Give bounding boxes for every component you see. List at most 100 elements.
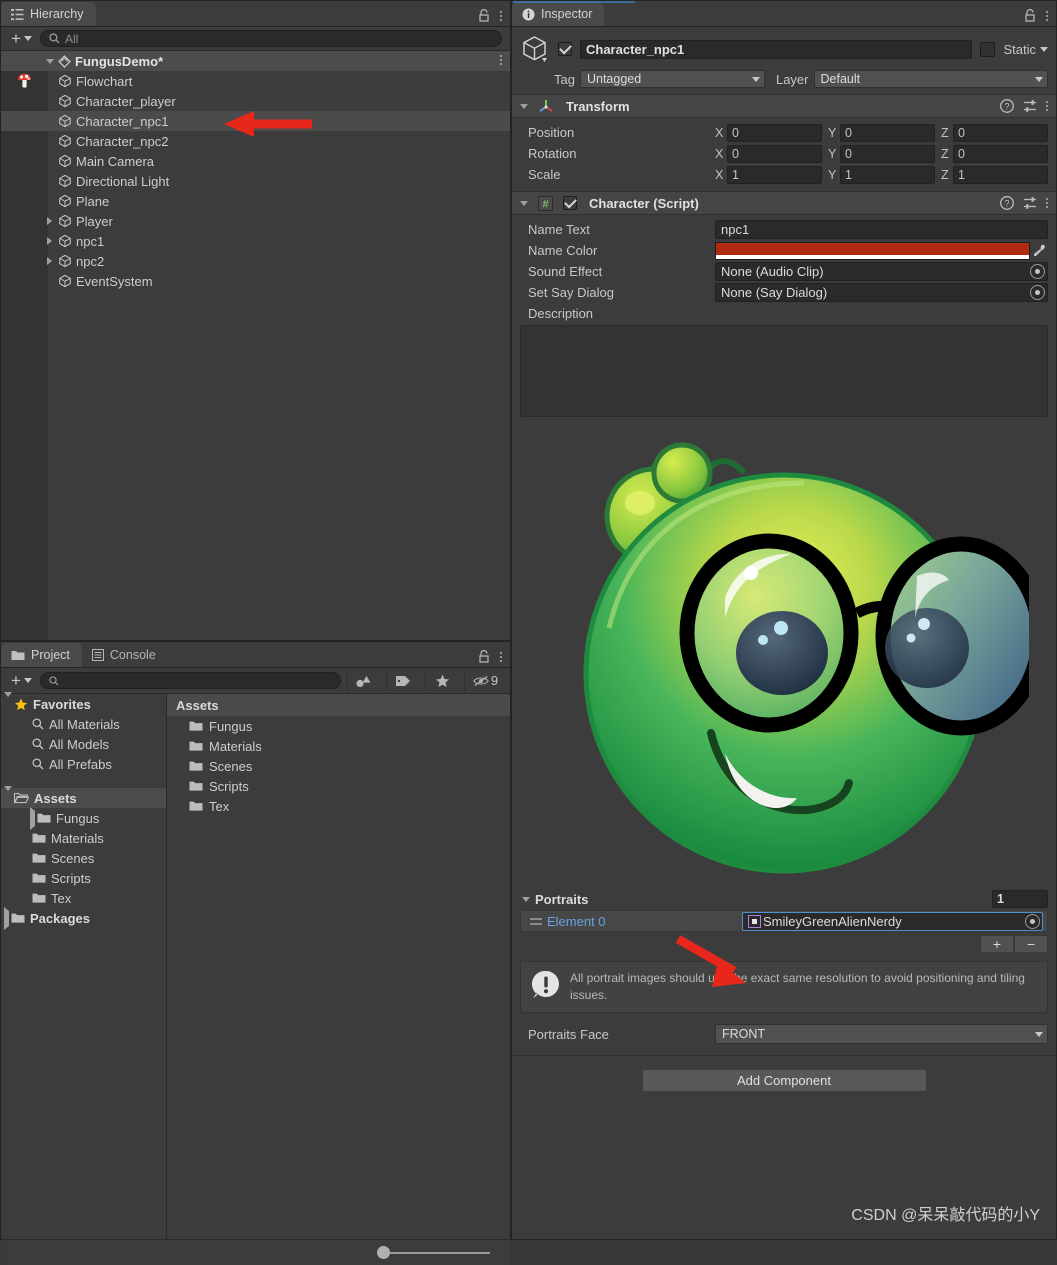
hierarchy-item-character-player[interactable]: Character_player	[1, 91, 510, 111]
project-menu-icon[interactable]	[500, 651, 502, 663]
hierarchy-item-character-npc2[interactable]: Character_npc2	[1, 131, 510, 151]
hierarchy-item-player[interactable]: Player	[1, 211, 510, 231]
transform-position-x[interactable]: X0	[715, 123, 822, 142]
tab-inspector[interactable]: Inspector	[512, 2, 605, 26]
project-tree-item-all-materials[interactable]: All Materials	[1, 714, 166, 734]
add-component-button[interactable]: Add Component	[641, 1069, 927, 1093]
name-text-field[interactable]: npc1	[715, 220, 1048, 239]
transform-position-x-field[interactable]: 0	[727, 123, 822, 142]
project-tree-foldout[interactable]	[4, 906, 9, 930]
object-picker-icon[interactable]	[1030, 285, 1045, 300]
transform-scale-x-field[interactable]: 1	[727, 165, 822, 184]
transform-component-header[interactable]: Transform ?	[512, 94, 1056, 118]
project-tree-foldout[interactable]	[30, 806, 35, 830]
transform-scale-y-field[interactable]: 1	[840, 165, 935, 184]
tab-hierarchy[interactable]: Hierarchy	[1, 2, 96, 26]
character-foldout-icon[interactable]	[520, 200, 528, 206]
help-icon[interactable]: ?	[1000, 99, 1014, 113]
name-color-swatch[interactable]	[715, 241, 1030, 260]
static-checkbox[interactable]	[980, 41, 996, 57]
scene-menu-icon[interactable]	[500, 54, 502, 66]
project-tree-item-favorites[interactable]: Favorites	[1, 691, 166, 714]
description-textarea[interactable]	[520, 325, 1048, 417]
transform-rotation-x[interactable]: X0	[715, 144, 822, 163]
transform-position-z-field[interactable]: 0	[953, 123, 1048, 142]
transform-position-y-field[interactable]: 0	[840, 123, 935, 142]
hierarchy-item-eventsystem[interactable]: EventSystem	[1, 271, 510, 291]
preset-icon[interactable]	[1023, 99, 1037, 113]
project-tree-foldout[interactable]	[4, 785, 12, 806]
project-tree-item-assets[interactable]: Assets	[1, 785, 166, 808]
project-asset-scenes[interactable]: Scenes	[167, 756, 510, 776]
hierarchy-item-npc2[interactable]: npc2	[1, 251, 510, 271]
zoom-knob[interactable]	[377, 1246, 390, 1259]
portraits-size-field[interactable]: 1	[992, 890, 1048, 908]
create-asset-button[interactable]: +	[9, 672, 34, 689]
portraits-foldout-icon[interactable]	[522, 896, 530, 902]
transform-rotation-y[interactable]: Y0	[828, 144, 935, 163]
transform-foldout-icon[interactable]	[520, 103, 528, 109]
project-tree-item-tex[interactable]: Tex	[1, 888, 166, 908]
gameobject-name-field[interactable]: Character_npc1	[580, 39, 973, 59]
hierarchy-item-npc1[interactable]: npc1	[1, 231, 510, 251]
project-zoom-slider[interactable]	[365, 1246, 490, 1260]
lock-icon[interactable]	[478, 9, 490, 22]
lock-icon[interactable]	[1024, 9, 1036, 22]
transform-rotation-z[interactable]: Z0	[941, 144, 1048, 163]
object-picker-icon[interactable]	[1025, 913, 1040, 929]
project-asset-scripts[interactable]: Scripts	[167, 776, 510, 796]
project-search-input[interactable]	[39, 672, 341, 689]
tab-console[interactable]: Console	[82, 643, 168, 667]
project-tree-item-all-models[interactable]: All Models	[1, 734, 166, 754]
hierarchy-item-flowchart[interactable]: Flowchart	[1, 71, 510, 91]
hierarchy-item-character-npc1[interactable]: Character_npc1	[1, 111, 510, 131]
project-asset-fungus[interactable]: Fungus	[167, 716, 510, 736]
type-filter-icon[interactable]	[347, 670, 380, 691]
project-tree-item-scripts[interactable]: Scripts	[1, 868, 166, 888]
hierarchy-row-foldout[interactable]	[43, 217, 56, 225]
transform-rotation-y-field[interactable]: 0	[840, 144, 935, 163]
hierarchy-menu-icon[interactable]	[500, 10, 502, 22]
hierarchy-item-plane[interactable]: Plane	[1, 191, 510, 211]
portraits-element-row[interactable]: Element 0 SmileyGreenAlienNerdy	[520, 910, 1048, 932]
transform-scale-y[interactable]: Y1	[828, 165, 935, 184]
hierarchy-item-main-camera[interactable]: Main Camera	[1, 151, 510, 171]
add-element-button[interactable]: +	[980, 935, 1014, 953]
remove-element-button[interactable]: −	[1014, 935, 1048, 953]
character-script-header[interactable]: # Character (Script) ?	[512, 191, 1056, 215]
portraits-foldout-header[interactable]: Portraits 1	[512, 888, 1056, 910]
transform-scale-x[interactable]: X1	[715, 165, 822, 184]
character-enabled-checkbox[interactable]	[563, 196, 577, 210]
project-tree-item-materials[interactable]: Materials	[1, 828, 166, 848]
portraits-face-dropdown[interactable]: FRONT	[715, 1024, 1048, 1045]
sound-effect-field[interactable]: None (Audio Clip)	[715, 262, 1048, 281]
tag-dropdown[interactable]: Untagged	[579, 70, 765, 88]
transform-rotation-x-field[interactable]: 0	[727, 144, 822, 163]
project-tree-item-fungus[interactable]: Fungus	[1, 806, 166, 830]
transform-position-z[interactable]: Z0	[941, 123, 1048, 142]
hierarchy-search-input[interactable]: All	[39, 30, 502, 47]
object-picker-icon[interactable]	[1030, 264, 1045, 279]
gameobject-icon[interactable]	[520, 34, 550, 64]
project-tree-item-packages[interactable]: Packages	[1, 906, 166, 930]
preset-icon[interactable]	[1023, 196, 1037, 210]
project-tree-item-scenes[interactable]: Scenes	[1, 848, 166, 868]
gameobject-enabled-checkbox[interactable]	[558, 42, 572, 56]
help-icon[interactable]: ?	[1000, 196, 1014, 210]
transform-scale-z[interactable]: Z1	[941, 165, 1048, 184]
set-say-dialog-field[interactable]: None (Say Dialog)	[715, 283, 1048, 302]
lock-icon[interactable]	[478, 650, 490, 663]
favorite-filter-icon[interactable]	[425, 670, 458, 691]
inspector-menu-icon[interactable]	[1046, 10, 1048, 22]
hierarchy-scene-row[interactable]: FungusDemo*	[1, 51, 510, 71]
transform-rotation-z-field[interactable]: 0	[953, 144, 1048, 163]
drag-handle-icon[interactable]	[525, 917, 547, 925]
project-tree-foldout[interactable]	[4, 691, 12, 712]
label-filter-icon[interactable]	[386, 670, 419, 691]
hierarchy-row-foldout[interactable]	[43, 237, 56, 245]
transform-scale-z-field[interactable]: 1	[953, 165, 1048, 184]
hidden-packages-toggle[interactable]: 9	[464, 670, 506, 691]
transform-menu-icon[interactable]	[1046, 100, 1048, 112]
tab-project[interactable]: Project	[1, 643, 82, 667]
project-asset-tex[interactable]: Tex	[167, 796, 510, 816]
